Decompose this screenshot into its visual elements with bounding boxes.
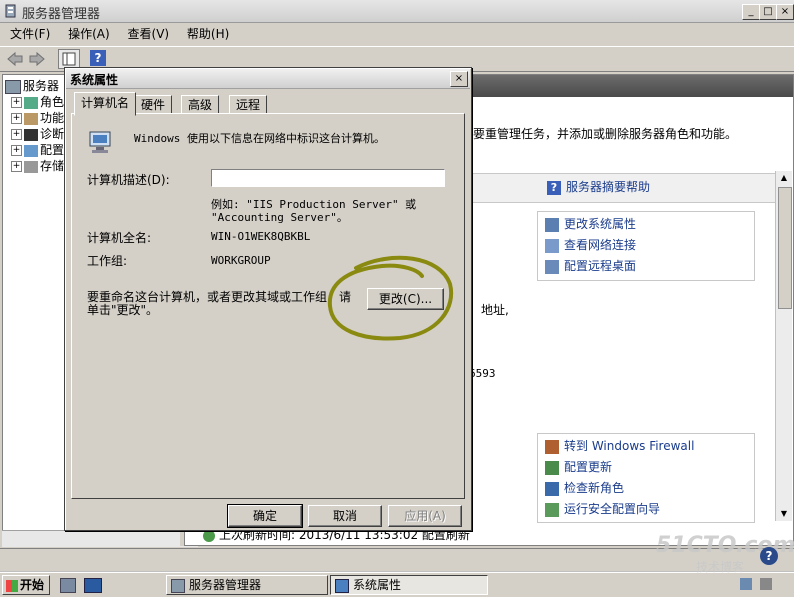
features-icon xyxy=(24,112,38,125)
tray-volume-icon[interactable] xyxy=(760,578,772,590)
change-system-properties-link[interactable]: 更改系统属性 xyxy=(545,215,636,233)
security-icon xyxy=(545,502,559,517)
partial-address-text: 地址, xyxy=(481,303,509,317)
dialog-title-bar[interactable]: 系统属性 × xyxy=(66,69,470,89)
refresh-icon xyxy=(203,529,215,542)
tab-hardware[interactable]: 硬件 xyxy=(134,95,173,115)
scroll-down-arrow-icon[interactable]: ▼ xyxy=(776,507,792,521)
tree-item-server[interactable]: 服务器 xyxy=(5,78,59,94)
windows-firewall-link[interactable]: 转到 Windows Firewall xyxy=(545,437,694,455)
minimize-button[interactable]: _ xyxy=(742,4,760,20)
server-icon xyxy=(171,578,185,593)
windows-logo-icon xyxy=(6,579,18,592)
close-button[interactable]: × xyxy=(776,4,794,20)
change-button[interactable]: 更改(C)... xyxy=(367,288,444,310)
cancel-button[interactable]: 取消 xyxy=(308,505,382,527)
intro-text: 要重管理任务，并添加或删除服务器角色和功能。 xyxy=(473,127,738,141)
dialog-title: 系统属性 xyxy=(70,73,119,87)
configure-remote-desktop-link[interactable]: 配置远程桌面 xyxy=(545,257,636,275)
menu-bar: 文件(F) 操作(A) 查看(V) 帮助(H) xyxy=(0,24,794,44)
tree-item-diagnostics[interactable]: + 诊断 xyxy=(11,126,64,142)
dialog-close-button[interactable]: × xyxy=(450,71,468,87)
view-network-connections-link[interactable]: 查看网络连接 xyxy=(545,236,636,254)
menu-view[interactable]: 查看(V) xyxy=(128,27,170,41)
main-title-bar[interactable]: 服务器管理器 _ □ × xyxy=(0,0,794,23)
content-scrollbar[interactable]: ▲ ▼ xyxy=(775,171,792,521)
quicklaunch-desktop-icon[interactable] xyxy=(84,578,102,593)
menu-file[interactable]: 文件(F) xyxy=(10,27,50,41)
show-tree-icon[interactable] xyxy=(58,49,80,69)
diagnostics-icon xyxy=(24,128,38,141)
expand-icon[interactable]: + xyxy=(11,113,22,124)
tree-item-configuration[interactable]: + 配置 xyxy=(11,142,64,158)
help-icon: ? xyxy=(547,180,561,195)
quicklaunch-server-icon[interactable] xyxy=(60,578,76,593)
tree-item-features[interactable]: + 功能 xyxy=(11,110,64,126)
expand-icon[interactable]: + xyxy=(11,145,22,156)
tree-item-roles[interactable]: + 角色 xyxy=(11,94,64,110)
tree-item-storage[interactable]: + 存储 xyxy=(11,158,64,174)
help-icon[interactable]: ? xyxy=(90,50,106,66)
app-icon xyxy=(4,4,18,18)
firewall-icon xyxy=(545,439,559,454)
description-input[interactable] xyxy=(211,169,445,187)
system-properties-icon xyxy=(335,578,349,593)
roles-icon xyxy=(545,481,559,496)
task-server-manager[interactable]: 服务器管理器 xyxy=(166,575,328,595)
tray-network-icon[interactable] xyxy=(740,578,752,590)
task-system-properties[interactable]: 系统属性 xyxy=(330,575,488,595)
configuration-icon xyxy=(24,144,38,157)
maximize-button[interactable]: □ xyxy=(759,4,777,20)
tray-help-icon[interactable]: ? xyxy=(760,547,778,565)
storage-icon xyxy=(24,160,38,173)
ok-button[interactable]: 确定 xyxy=(227,504,303,528)
menu-help[interactable]: 帮助(H) xyxy=(187,27,229,41)
expand-icon[interactable]: + xyxy=(11,97,22,108)
main-window-title: 服务器管理器 xyxy=(22,7,101,22)
tab-computer-name[interactable]: 计算机名 xyxy=(74,92,137,116)
expand-icon[interactable]: + xyxy=(11,129,22,140)
back-arrow-icon[interactable] xyxy=(6,51,24,70)
updates-icon xyxy=(545,460,559,475)
expand-icon[interactable]: + xyxy=(11,161,22,172)
scroll-up-arrow-icon[interactable]: ▲ xyxy=(776,171,792,185)
apply-button[interactable]: 应用(A) xyxy=(388,505,462,527)
tree-scrollbar[interactable]: ▶ xyxy=(2,530,198,547)
network-icon xyxy=(545,238,559,253)
menu-action[interactable]: 操作(A) xyxy=(68,27,110,41)
security-wizard-link[interactable]: 运行安全配置向导 xyxy=(545,500,660,518)
server-icon xyxy=(5,79,21,94)
tab-remote[interactable]: 远程 xyxy=(229,95,268,115)
start-button[interactable]: 开始 xyxy=(2,575,50,595)
help-link[interactable]: ? 服务器摘要帮助 xyxy=(547,178,650,196)
scroll-thumb[interactable] xyxy=(778,187,792,309)
remote-desktop-icon xyxy=(545,259,559,274)
partial-number-text: 6593 xyxy=(469,367,496,380)
tab-advanced[interactable]: 高级 xyxy=(181,95,220,115)
taskbar: 开始 服务器管理器 系统属性 51CTO.com 技术博客 ? xyxy=(0,533,794,597)
check-new-roles-link[interactable]: 检查新角色 xyxy=(545,479,624,497)
computer-icon xyxy=(545,217,559,232)
configure-updates-link[interactable]: 配置更新 xyxy=(545,458,612,476)
roles-icon xyxy=(24,96,38,109)
forward-arrow-icon[interactable] xyxy=(28,51,46,70)
